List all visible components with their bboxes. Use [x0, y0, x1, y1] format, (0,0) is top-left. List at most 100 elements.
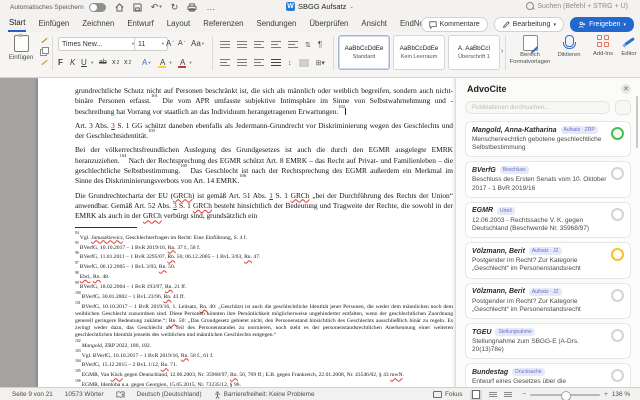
tab-einfügen[interactable]: Einfügen [37, 16, 70, 31]
align-left-icon[interactable] [220, 59, 230, 67]
zoom-percentage[interactable]: 136 % [612, 391, 630, 398]
change-case-button[interactable]: Aa ▾ [191, 37, 204, 50]
outline-view-icon[interactable] [489, 391, 498, 398]
tab-referenzen[interactable]: Referenzen [202, 16, 244, 31]
print-layout-view-button[interactable] [470, 389, 483, 400]
borders-icon[interactable]: ⊞▾ [316, 59, 325, 67]
justify-icon[interactable] [271, 59, 281, 67]
clipboard-mini-tools [40, 37, 49, 66]
footnote-106: 106EGMR, Identoba u.a. gegen Georgien, 1… [75, 378, 241, 387]
citation-status-ring-icon[interactable] [611, 207, 624, 221]
tab-layout[interactable]: Layout [166, 16, 191, 31]
shrink-font-button[interactable]: Aˇ [178, 37, 185, 50]
document-page[interactable]: grundrechtliche Schutz nicht auf Persone… [38, 78, 455, 387]
superscript-button[interactable]: x2 [124, 56, 131, 69]
style-standard[interactable]: AaBbCcDdEe Standard [338, 35, 390, 70]
addins-button[interactable]: Add-Ins [589, 35, 617, 58]
proofing-icon[interactable] [116, 390, 125, 399]
titlebar-search[interactable]: Suchen (Befehl + STRG + U) [526, 2, 628, 10]
citation-card[interactable]: Mangold, Anna-Katharina Aufsatz · ZRP Mens… [465, 121, 631, 158]
numbered-list-icon[interactable] [237, 40, 247, 49]
styles-gallery-more-icon[interactable]: › [501, 48, 503, 55]
zoom-in-icon[interactable]: + [604, 391, 608, 398]
tab-zeichnen[interactable]: Zeichnen [81, 16, 115, 31]
tab-start[interactable]: Start [8, 15, 27, 32]
ribbon-tabbar: Start Einfügen Zeichnen Entwurf Layout Refere… [0, 15, 640, 32]
draft-view-icon[interactable] [504, 391, 513, 398]
citation-status-ring-icon[interactable] [611, 329, 624, 343]
increase-indent-icon[interactable] [288, 40, 298, 49]
highlight-button[interactable]: A ▾ [158, 56, 172, 69]
line-spacing-icon[interactable]: ↕ [288, 60, 292, 67]
strikethrough-button[interactable]: ab [99, 56, 107, 69]
focus-mode-button[interactable]: Fokus [433, 391, 462, 398]
citation-card[interactable]: TGEU Stellungnahme Stellungnahme zum SBGG-… [465, 323, 631, 360]
advocite-panel: AdvoCite ✕ Publikationen durchsuchen... … [455, 78, 640, 387]
citation-card[interactable]: Völzmann, Berit Aufsatz · JZ Postgender im… [465, 242, 631, 279]
zoom-slider-knob[interactable] [561, 390, 572, 400]
bullet-list-icon[interactable] [220, 40, 230, 49]
zoom-slider[interactable] [530, 390, 601, 400]
pilcrow-icon[interactable]: ¶ [318, 40, 322, 49]
citation-status-ring-icon[interactable] [611, 127, 624, 140]
styles-pane-button[interactable]: Bereich Formatvorlagen [509, 35, 551, 65]
font-name-select[interactable]: Times New... ▾ [58, 37, 138, 51]
bold-button[interactable]: F [58, 56, 63, 69]
multilevel-list-icon[interactable] [254, 40, 264, 49]
comments-button[interactable]: Kommentare [420, 17, 488, 32]
document-title[interactable]: W SBGG Aufsatz ⌄ [286, 2, 354, 11]
home-icon[interactable] [115, 3, 124, 12]
citation-card[interactable]: EGMR Urteil 12.06.2003 - Rechtssache V. K.… [465, 201, 631, 239]
underline-button[interactable]: U [81, 56, 87, 69]
tab-ansicht[interactable]: Ansicht [360, 16, 388, 31]
font-color-button[interactable]: A ▾ [178, 56, 192, 69]
cut-icon[interactable] [40, 37, 48, 44]
subscript-button[interactable]: x2 [112, 56, 119, 69]
text-effects-button[interactable]: A ▾ [142, 56, 151, 69]
language-indicator[interactable]: Deutsch (Deutschland) [137, 391, 202, 398]
italic-button[interactable]: K [70, 56, 75, 69]
redo-icon[interactable]: ↻ [171, 3, 179, 12]
font-size-select[interactable]: 11 ▾ [134, 37, 168, 51]
share-button[interactable]: Freigeben ▾ [569, 17, 634, 32]
print-icon[interactable] [187, 3, 197, 12]
shading-icon[interactable] [298, 59, 309, 67]
style-überschrift-1[interactable]: A. AaBbCcI Überschrift 1 [448, 35, 500, 70]
footnote-94: 94Vgl. Januszkiewicz, Geschlechterfragen… [75, 231, 247, 241]
footnote-95: 95BVerfG, 10.10.2017 – 1 BvR 2019/16, Rn… [75, 241, 201, 251]
undo-menu-chevron[interactable]: ▾ [159, 3, 162, 12]
close-icon[interactable]: ✕ [621, 84, 631, 94]
dictate-button[interactable]: Diktieren [554, 35, 584, 59]
tab-sendungen[interactable]: Sendungen [256, 16, 298, 31]
copy-icon[interactable] [40, 47, 49, 56]
style-kein-leerraum[interactable]: AaBbCcDdEe Kein Leerraum [393, 35, 445, 70]
align-center-icon[interactable] [237, 59, 247, 67]
accessibility-indicator[interactable]: Barrierefreiheit: Keine Probleme [214, 390, 315, 399]
advocite-search-input[interactable]: Publikationen durchsuchen... [465, 101, 610, 114]
citation-card[interactable]: Bundestag Drucksache Entwurf eines Gesetze… [465, 363, 631, 387]
body-paragraph: Die Grundrechtecharta der EU (GRCh) ist … [75, 190, 453, 221]
sort-icon[interactable]: ⇅ [305, 41, 311, 49]
sidebar-scrollbar[interactable] [636, 96, 638, 148]
citation-status-ring-icon[interactable] [611, 288, 624, 302]
undo-icon[interactable]: ↶ ▾ [151, 3, 162, 12]
autosave-toggle[interactable] [88, 3, 106, 12]
decrease-indent-icon[interactable] [271, 40, 281, 49]
editor-button[interactable]: Editor [618, 35, 640, 58]
align-right-icon[interactable] [254, 59, 264, 67]
word-count[interactable]: 10573 Wörter [65, 391, 104, 398]
save-icon[interactable] [133, 3, 142, 12]
filter-button[interactable] [615, 100, 631, 115]
citation-card[interactable]: Völzmann, Berit Aufsatz · JZ Postgender im… [465, 282, 631, 320]
zoom-out-icon[interactable]: − [522, 391, 526, 398]
page-indicator[interactable]: Seite 9 von 21 [12, 391, 53, 398]
paste-button[interactable]: Einfügen [5, 34, 37, 61]
grow-font-button[interactable]: Aˆ [166, 37, 174, 50]
underline-chevron[interactable]: ▾ [91, 56, 93, 69]
editing-mode-button[interactable]: Bearbeitung ▾ [493, 17, 564, 32]
more-icon[interactable]: … [206, 3, 215, 12]
tab-überprüfen[interactable]: Überprüfen [308, 16, 349, 31]
citation-card[interactable]: BVerfG Beschluss Beschluss des Ersten Sena… [465, 161, 631, 198]
tab-entwurf[interactable]: Entwurf [126, 16, 154, 31]
format-painter-icon[interactable] [40, 59, 48, 66]
